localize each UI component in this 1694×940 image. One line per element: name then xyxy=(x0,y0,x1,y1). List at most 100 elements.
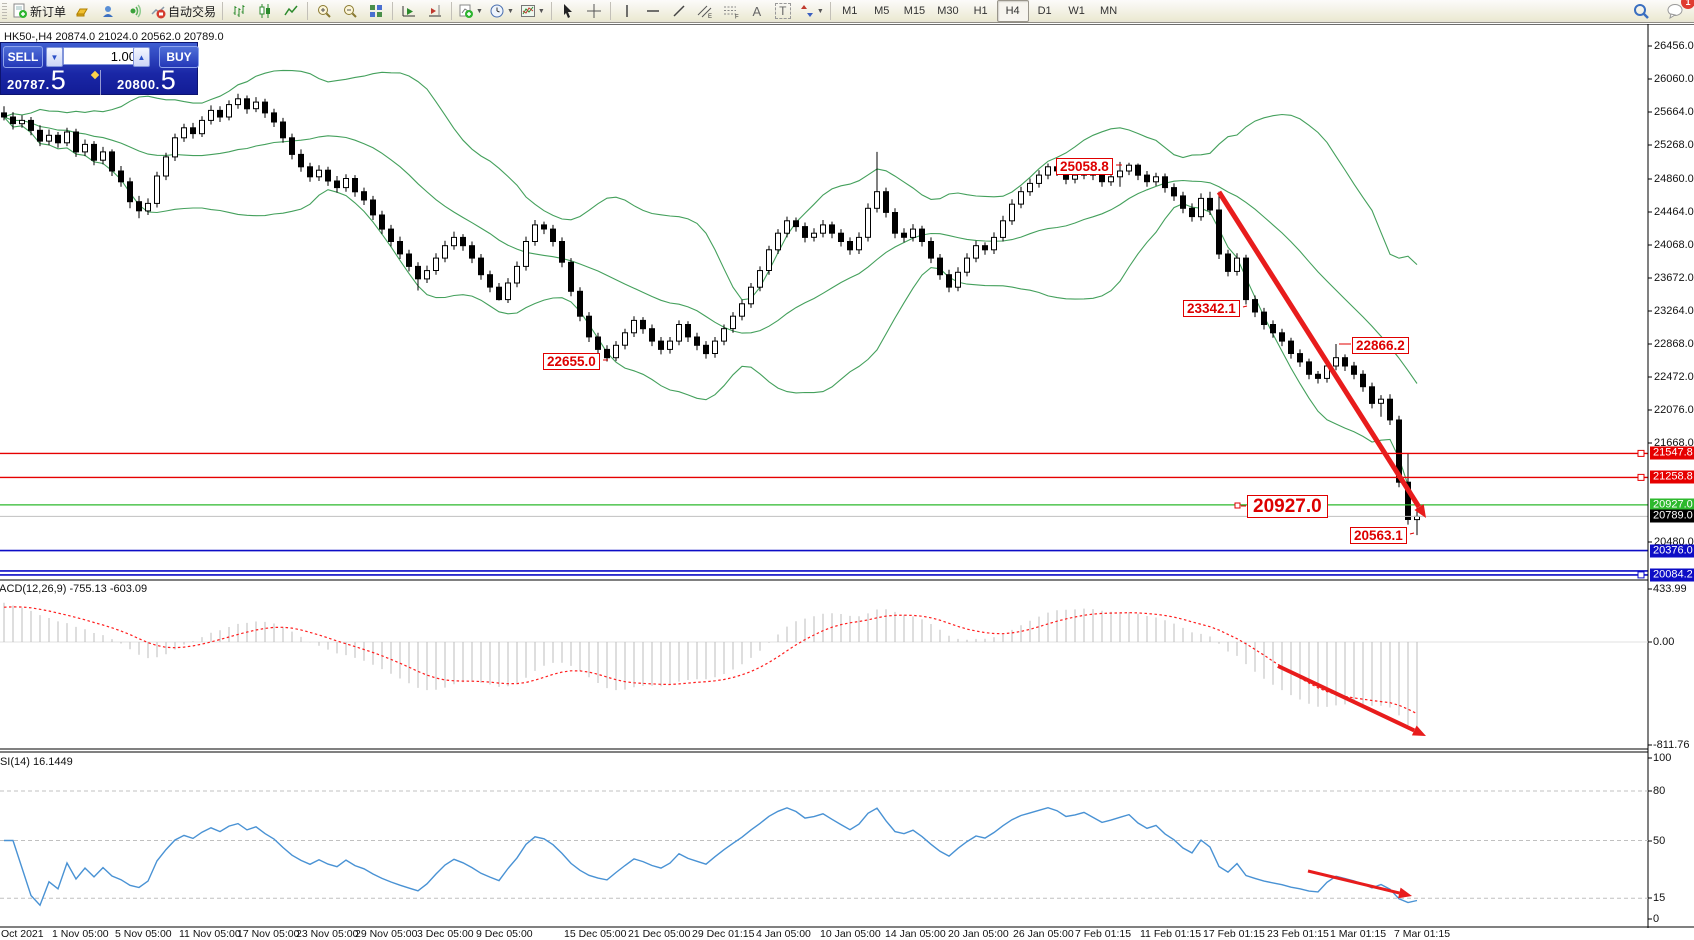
sell-button[interactable]: SELL xyxy=(3,46,43,68)
price-callout[interactable]: 20563.1 xyxy=(1350,527,1407,544)
candle-body xyxy=(398,242,403,254)
bollinger-middle-band xyxy=(4,117,1417,384)
trend-arrow-head[interactable] xyxy=(1398,888,1412,899)
price-tag: 20789.0 xyxy=(1650,510,1694,523)
candle-body xyxy=(1145,175,1150,182)
line-handle[interactable] xyxy=(1638,474,1644,480)
candle-body xyxy=(47,135,52,141)
candle-body xyxy=(200,120,205,133)
candle-body xyxy=(173,138,178,157)
candle-body xyxy=(146,203,151,211)
candle-body xyxy=(110,152,115,171)
line-handle[interactable] xyxy=(1638,450,1644,456)
candle-body xyxy=(56,135,61,143)
candle-body xyxy=(164,157,169,176)
buy-price: 20800. 5 xyxy=(117,69,176,92)
candle-body xyxy=(1001,221,1006,238)
price-axis-label: 24860.0 xyxy=(1654,173,1694,185)
candle-body xyxy=(1226,254,1231,271)
candle-body xyxy=(983,246,988,250)
candle-body xyxy=(254,102,259,109)
candle-body xyxy=(11,117,16,124)
trend-arrow-line[interactable] xyxy=(1308,871,1399,893)
candle-body xyxy=(1010,204,1015,221)
candle-body xyxy=(533,225,538,242)
time-axis-label: 29 Nov 05:00 xyxy=(355,928,417,940)
candle-body xyxy=(839,233,844,241)
price-callout[interactable]: 25058.8 xyxy=(1056,158,1113,175)
candle-body xyxy=(1073,175,1078,179)
candle-body xyxy=(434,258,439,270)
macd-axis-label: -811.76 xyxy=(1653,739,1690,751)
candle-body xyxy=(1379,399,1384,403)
trend-arrow-line[interactable] xyxy=(1278,666,1414,730)
candle-body xyxy=(38,130,43,141)
candle-body xyxy=(893,213,898,234)
candle-body xyxy=(947,275,952,287)
candle-body xyxy=(1037,175,1042,183)
time-axis-label: 17 Nov 05:00 xyxy=(237,928,299,940)
time-axis-label: 5 Nov 05:00 xyxy=(115,928,172,940)
candle-body xyxy=(650,329,655,341)
candle-body xyxy=(119,171,124,182)
candle-body xyxy=(416,266,421,278)
candle-body xyxy=(848,242,853,250)
candle-body xyxy=(236,99,241,105)
candle-body xyxy=(83,144,88,152)
candle-body xyxy=(1271,325,1276,333)
candle-body xyxy=(1298,354,1303,362)
spread-marker-icon xyxy=(91,71,99,79)
panel-divider xyxy=(100,70,101,95)
price-callout[interactable]: 22866.2 xyxy=(1352,337,1409,354)
price-callout[interactable]: 23342.1 xyxy=(1183,300,1240,317)
time-axis-label: 21 Dec 05:00 xyxy=(628,928,690,940)
candle-body xyxy=(731,316,736,328)
candle-body xyxy=(614,345,619,357)
candle-body xyxy=(668,341,673,349)
candle-body xyxy=(1190,208,1195,216)
volume-decrease-button[interactable]: ▼ xyxy=(46,47,63,67)
rsi-line xyxy=(4,808,1417,906)
candle-body xyxy=(128,182,133,202)
candle-body xyxy=(1136,165,1141,175)
price-chart-canvas[interactable] xyxy=(0,0,1694,940)
candle-body xyxy=(344,179,349,188)
candle-body xyxy=(281,122,286,138)
candle-body xyxy=(1289,341,1294,353)
candle-body xyxy=(830,225,835,233)
price-callout[interactable]: 20927.0 xyxy=(1247,495,1328,518)
rsi-axis-label: 80 xyxy=(1653,785,1665,797)
candle-body xyxy=(1028,183,1033,191)
time-axis-label: 11 Nov 05:00 xyxy=(179,928,241,940)
candle-body xyxy=(155,176,160,203)
price-tag: 21258.8 xyxy=(1650,471,1694,484)
time-axis-label: 14 Jan 05:00 xyxy=(885,928,946,940)
price-callout[interactable]: 22655.0 xyxy=(543,353,600,370)
time-axis-label: 3 Dec 05:00 xyxy=(417,928,474,940)
candle-body xyxy=(605,349,610,357)
price-tag: 20376.0 xyxy=(1650,544,1694,557)
price-axis-label: 23672.0 xyxy=(1654,272,1694,284)
candle-body xyxy=(353,179,358,192)
candle-body xyxy=(1172,188,1177,196)
time-axis-label: 15 Dec 05:00 xyxy=(564,928,626,940)
price-axis-label: 24464.0 xyxy=(1654,206,1694,218)
price-axis-label: 22868.0 xyxy=(1654,338,1694,350)
volume-input[interactable] xyxy=(63,47,141,65)
candle-body xyxy=(1370,387,1375,404)
mt4-terminal-window: { "toolbar": { "new_order_label": "新订单",… xyxy=(0,0,1694,940)
candle-body xyxy=(974,246,979,258)
candle-body xyxy=(1127,165,1132,171)
candle-body xyxy=(1253,300,1258,312)
rsi-axis-label: 100 xyxy=(1653,752,1671,764)
chart-area[interactable]: HK50-,H4 20874.0 21024.0 20562.0 20789.0… xyxy=(0,25,1694,940)
macd-indicator-label: MACD(12,26,9) -755.13 -603.09 xyxy=(0,583,147,595)
candle-body xyxy=(380,215,385,229)
line-handle[interactable] xyxy=(1638,572,1644,578)
one-click-trading-panel: SELL ▼ ▲ BUY 20787. 5 20800. 5 xyxy=(0,42,198,95)
candle-body xyxy=(578,291,583,316)
price-axis-label: 25268.0 xyxy=(1654,139,1694,151)
callout-handle[interactable] xyxy=(1235,503,1240,508)
volume-increase-button[interactable]: ▲ xyxy=(133,47,150,67)
candle-body xyxy=(299,154,304,166)
